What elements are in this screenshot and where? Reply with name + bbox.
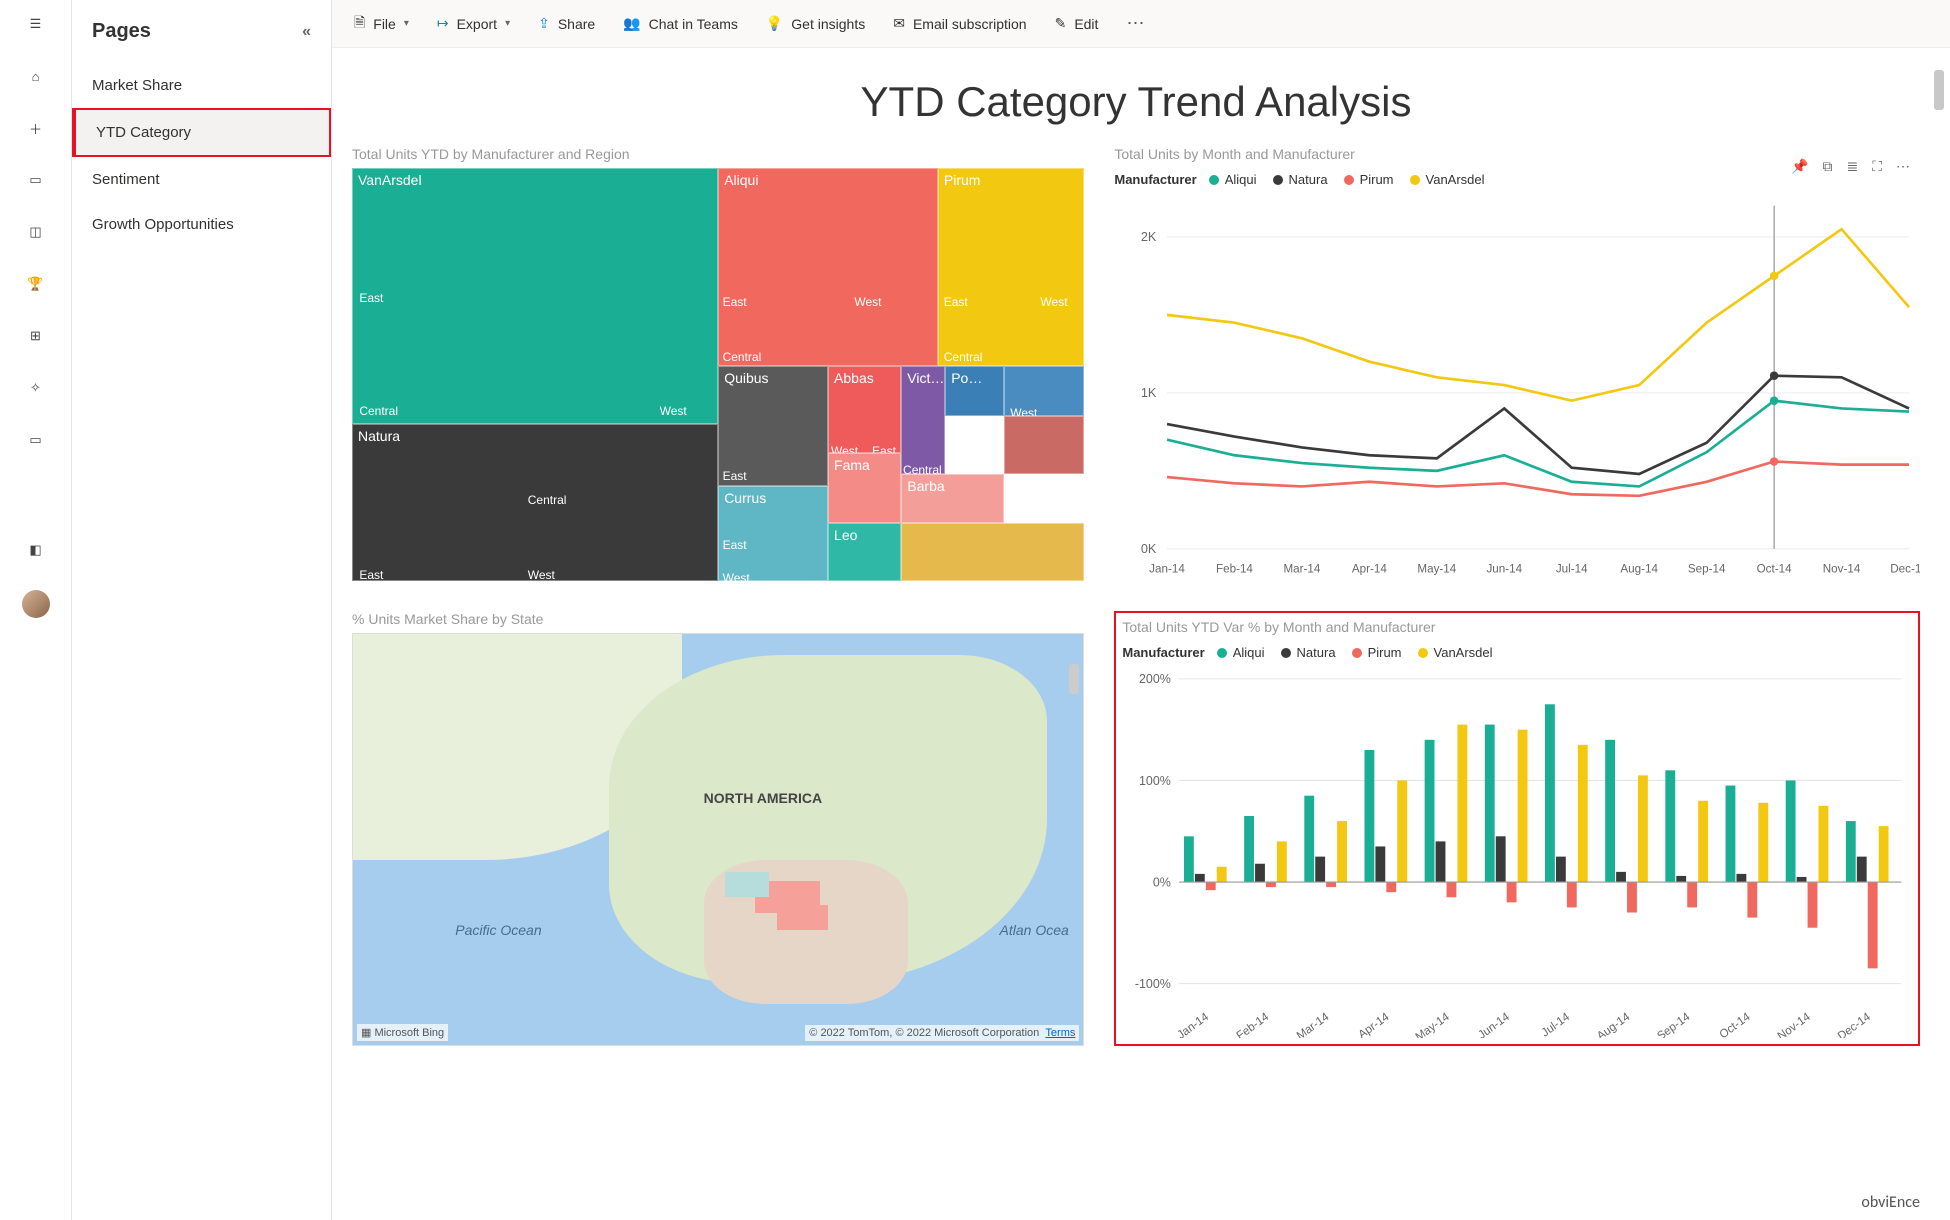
- svg-text:Apr-14: Apr-14: [1356, 1010, 1392, 1038]
- treemap-visual[interactable]: Total Units YTD by Manufacturer and Regi…: [352, 146, 1084, 581]
- share-button[interactable]: ⇪ Share: [538, 15, 595, 32]
- svg-text:Mar-14: Mar-14: [1295, 1010, 1332, 1038]
- svg-text:-100%: -100%: [1135, 976, 1171, 991]
- workspaces-icon[interactable]: ◧: [24, 538, 48, 562]
- map-continent-label: NORTH AMERICA: [704, 790, 822, 806]
- chevron-down-icon: ▾: [505, 18, 510, 29]
- email-subscription-button[interactable]: ✉ Email subscription: [893, 15, 1026, 32]
- file-menu[interactable]: 🗎 File ▾: [354, 12, 409, 36]
- svg-text:100%: 100%: [1139, 773, 1171, 788]
- svg-text:Mar-14: Mar-14: [1284, 562, 1321, 575]
- svg-text:Sep-14: Sep-14: [1688, 562, 1726, 575]
- bing-attrib: ▦ Microsoft Bing: [357, 1024, 448, 1041]
- learn-icon[interactable]: ▭: [24, 428, 48, 452]
- page-item-ytd-category[interactable]: YTD Category: [72, 108, 331, 157]
- svg-text:Aug-14: Aug-14: [1621, 562, 1659, 575]
- svg-text:Jul-14: Jul-14: [1540, 1010, 1573, 1038]
- brand-label: obviEnce: [1861, 1193, 1920, 1212]
- export-icon: ↦: [437, 15, 449, 32]
- svg-text:Aug-14: Aug-14: [1595, 1010, 1633, 1038]
- map-scrollbar[interactable]: [1069, 664, 1079, 694]
- svg-text:0K: 0K: [1141, 541, 1157, 556]
- browse-icon[interactable]: ▭: [24, 168, 48, 192]
- pacific-label: Pacific Ocean: [455, 922, 541, 938]
- page-item-market-share[interactable]: Market Share: [72, 63, 331, 108]
- focus-icon[interactable]: ⛶: [1872, 158, 1882, 175]
- left-nav-rail: ☰ ⌂ ＋ ▭ ◫ 🏆 ⊞ ✧ ▭ ◧: [0, 0, 72, 1220]
- teams-icon: 👥: [623, 15, 640, 32]
- chevron-down-icon: ▾: [404, 18, 409, 29]
- svg-text:Jan-14: Jan-14: [1150, 562, 1186, 575]
- map-terms-link[interactable]: Terms: [1045, 1027, 1075, 1039]
- svg-text:Oct-14: Oct-14: [1718, 1010, 1754, 1038]
- pencil-icon: ✎: [1055, 15, 1067, 32]
- page-item-growth[interactable]: Growth Opportunities: [72, 202, 331, 247]
- map-copyright: © 2022 TomTom, © 2022 Microsoft Corporat…: [805, 1025, 1079, 1041]
- mail-icon: ✉: [893, 15, 905, 32]
- svg-text:Feb-14: Feb-14: [1235, 1010, 1272, 1038]
- svg-text:Jun-14: Jun-14: [1476, 1010, 1512, 1038]
- metrics-icon[interactable]: 🏆: [24, 272, 48, 296]
- treemap-title: Total Units YTD by Manufacturer and Regi…: [352, 146, 1084, 162]
- apps-icon[interactable]: ⊞: [24, 324, 48, 348]
- svg-text:Nov-14: Nov-14: [1776, 1010, 1814, 1038]
- edit-button[interactable]: ✎ Edit: [1055, 15, 1099, 32]
- file-icon: 🗎: [354, 12, 365, 36]
- toolbar-more-button[interactable]: ⋯: [1126, 13, 1146, 34]
- map-title: % Units Market Share by State: [352, 611, 1084, 627]
- copy-icon[interactable]: ⧉: [1822, 158, 1832, 175]
- pages-panel: Pages « Market Share YTD Category Sentim…: [72, 0, 332, 1220]
- visual-action-bar: 📌 ⧉ ≣ ⛶ ⋯: [1791, 158, 1910, 175]
- bar-chart-visual[interactable]: Total Units YTD Var % by Month and Manuf…: [1114, 611, 1920, 1046]
- svg-text:Jan-14: Jan-14: [1175, 1010, 1211, 1038]
- svg-text:0%: 0%: [1153, 874, 1171, 889]
- chat-teams-button[interactable]: 👥 Chat in Teams: [623, 15, 738, 32]
- export-menu[interactable]: ↦ Export ▾: [437, 15, 510, 32]
- report-title: YTD Category Trend Analysis: [352, 78, 1920, 126]
- insights-button[interactable]: 💡 Get insights: [766, 15, 865, 32]
- line-chart-visual[interactable]: Total Units by Month and Manufacturer Ma…: [1114, 146, 1920, 581]
- svg-text:Oct-14: Oct-14: [1757, 562, 1792, 575]
- pages-title: Pages: [92, 20, 151, 43]
- svg-text:Jul-14: Jul-14: [1556, 562, 1588, 575]
- bulb-icon: 💡: [766, 15, 783, 32]
- map-visual[interactable]: % Units Market Share by State NORTH AMER…: [352, 611, 1084, 1046]
- pin-icon[interactable]: 📌: [1791, 158, 1808, 175]
- report-toolbar: 🗎 File ▾ ↦ Export ▾ ⇪ Share 👥 Chat in Te…: [332, 0, 1950, 48]
- main-area: 🗎 File ▾ ↦ Export ▾ ⇪ Share 👥 Chat in Te…: [332, 0, 1950, 1220]
- svg-text:200%: 200%: [1139, 671, 1171, 686]
- svg-text:May-14: May-14: [1418, 562, 1457, 575]
- svg-text:Feb-14: Feb-14: [1216, 562, 1253, 575]
- user-avatar[interactable]: [22, 590, 50, 618]
- map-canvas[interactable]: NORTH AMERICA Pacific Ocean Atlan Ocea ▦…: [352, 633, 1084, 1046]
- svg-text:Dec-14: Dec-14: [1891, 562, 1920, 575]
- svg-text:Nov-14: Nov-14: [1823, 562, 1861, 575]
- svg-text:1K: 1K: [1141, 385, 1157, 400]
- svg-text:May-14: May-14: [1414, 1010, 1453, 1038]
- create-icon[interactable]: ＋: [24, 116, 48, 140]
- filter-icon[interactable]: ≣: [1846, 158, 1858, 175]
- bar-chart-legend: Manufacturer Aliqui Natura Pirum VanArsd…: [1122, 645, 1912, 660]
- svg-text:Jun-14: Jun-14: [1487, 562, 1523, 575]
- svg-text:Apr-14: Apr-14: [1352, 562, 1387, 575]
- svg-text:2K: 2K: [1141, 229, 1157, 244]
- atlantic-label: Atlan Ocea: [1000, 922, 1069, 938]
- home-icon[interactable]: ⌂: [24, 64, 48, 88]
- more-icon[interactable]: ⋯: [1896, 158, 1910, 175]
- deploy-icon[interactable]: ✧: [24, 376, 48, 400]
- share-icon: ⇪: [538, 15, 550, 32]
- pages-collapse-icon[interactable]: «: [302, 23, 311, 41]
- hamburger-icon[interactable]: ☰: [24, 12, 48, 36]
- svg-text:Sep-14: Sep-14: [1655, 1010, 1693, 1038]
- bar-chart-title: Total Units YTD Var % by Month and Manuf…: [1122, 619, 1912, 635]
- data-hub-icon[interactable]: ◫: [24, 220, 48, 244]
- svg-text:Dec-14: Dec-14: [1836, 1010, 1874, 1038]
- page-item-sentiment[interactable]: Sentiment: [72, 157, 331, 202]
